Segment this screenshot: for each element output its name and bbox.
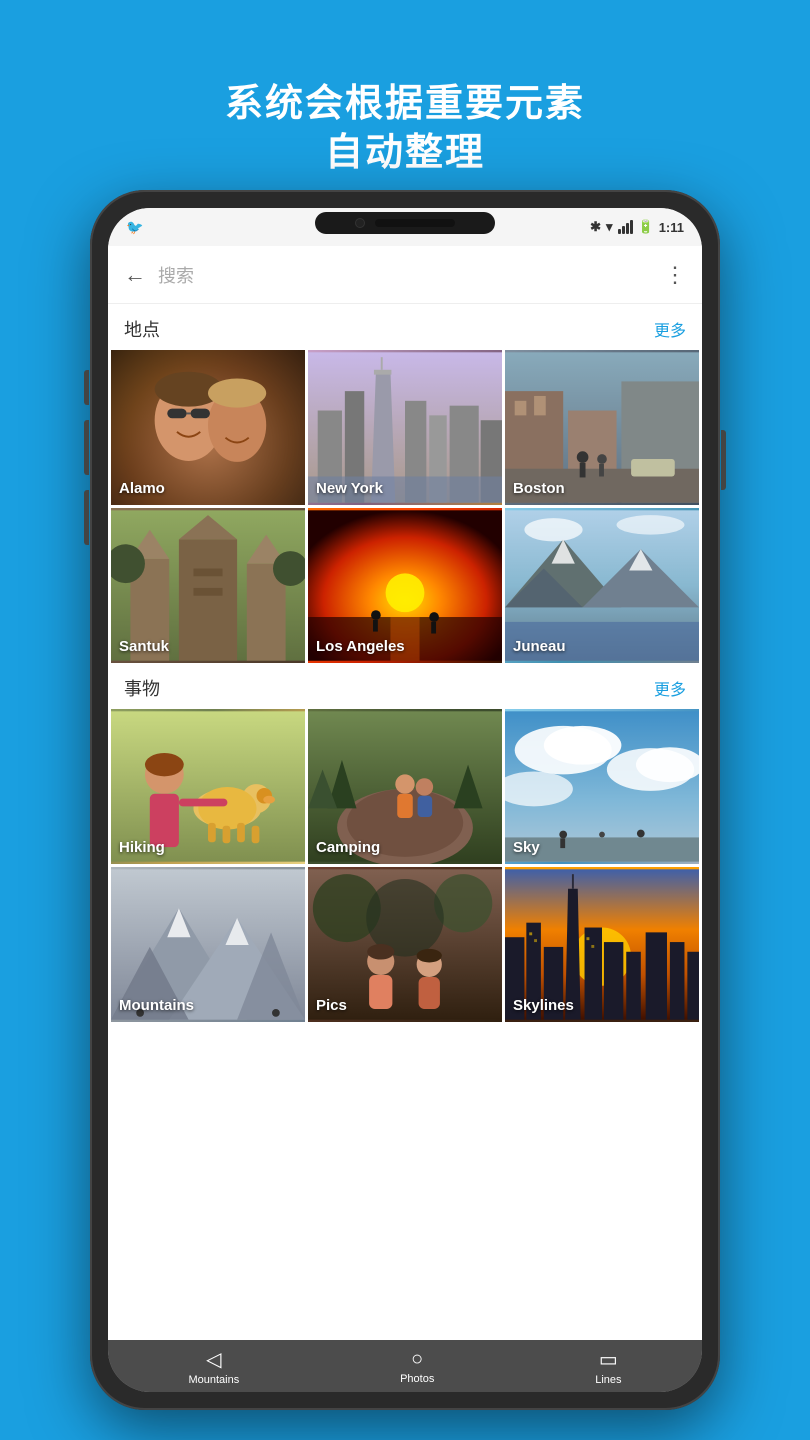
phone-screen: 🐦 ✱ ▾ 🔋 1:11 ← 搜索 (108, 208, 702, 1392)
bottom-navigation: ◁ Mountains ○ Photos ▭ Lines (108, 1340, 702, 1392)
power-button (721, 430, 726, 490)
boston-label: Boston (513, 480, 565, 497)
thing-skylines-cell[interactable]: Skylines (505, 867, 699, 1022)
things-title: 事物 (124, 675, 160, 701)
nav-mountains[interactable]: ◁ Mountains (188, 1347, 239, 1386)
thing-sky-cell[interactable]: Sky (505, 709, 699, 864)
things-more-button[interactable]: 更多 (654, 676, 686, 700)
juneau-label: Juneau (513, 638, 566, 655)
volume-up-button (84, 370, 89, 405)
status-right-icons: ✱ ▾ 🔋 1:11 (590, 219, 684, 235)
bluetooth-icon: ✱ (590, 219, 601, 235)
phone-device: 🐦 ✱ ▾ 🔋 1:11 ← 搜索 (90, 190, 720, 1410)
wifi-icon: ▾ (606, 219, 613, 235)
mountains-nav-icon: ◁ (206, 1347, 221, 1372)
pics-label: Pics (316, 997, 347, 1014)
back-button[interactable]: ← (124, 262, 146, 288)
places-title: 地点 (124, 316, 160, 342)
places-more-button[interactable]: 更多 (654, 317, 686, 341)
place-alamo-cell[interactable]: Alamo (111, 350, 305, 505)
status-left-icons: 🐦 (126, 219, 143, 236)
header-section: 系统会根据重要元素 自动整理 (0, 0, 810, 179)
more-options-button[interactable]: ⋮ (664, 262, 686, 288)
things-photo-grid: Hiking (108, 709, 702, 1022)
thing-hiking-cell[interactable]: Hiking (111, 709, 305, 864)
volume-down-button (84, 420, 89, 475)
notification-icon: 🐦 (126, 219, 143, 236)
places-section-header: 地点 更多 (108, 304, 702, 350)
sky-label: Sky (513, 839, 540, 856)
hiking-label: Hiking (119, 839, 165, 856)
phone-shell: 🐦 ✱ ▾ 🔋 1:11 ← 搜索 (90, 190, 720, 1410)
camping-label: Camping (316, 839, 380, 856)
app-bar: ← 搜索 ⋮ (108, 246, 702, 304)
nav-photos[interactable]: ○ Photos (400, 1348, 434, 1385)
mountains-label: Mountains (119, 997, 194, 1014)
place-juneau-cell[interactable]: Juneau (505, 508, 699, 663)
lines-nav-icon: ▭ (599, 1347, 618, 1372)
place-newyork-cell[interactable]: New York (308, 350, 502, 505)
speaker-grille (375, 219, 455, 227)
santuk-label: Santuk (119, 638, 169, 655)
things-section-header: 事物 更多 (108, 663, 702, 709)
nav-lines[interactable]: ▭ Lines (595, 1347, 621, 1386)
losangeles-label: Los Angeles (316, 638, 405, 655)
place-boston-cell[interactable]: Boston (505, 350, 699, 505)
skylines-label: Skylines (513, 997, 574, 1014)
place-losangeles-cell[interactable]: Los Angeles (308, 508, 502, 663)
mute-button (84, 490, 89, 545)
header-text: 系统会根据重要元素 自动整理 (0, 40, 810, 179)
photos-nav-icon: ○ (411, 1348, 423, 1371)
front-camera (355, 218, 365, 228)
mountains-nav-label: Mountains (188, 1374, 239, 1386)
alamo-label: Alamo (119, 480, 165, 497)
signal-bars (618, 220, 633, 234)
places-photo-grid: Alamo (108, 350, 702, 663)
search-input[interactable]: 搜索 (158, 262, 652, 288)
thing-camping-cell[interactable]: Camping (308, 709, 502, 864)
photos-nav-label: Photos (400, 1373, 434, 1385)
battery-icon: 🔋 (638, 219, 654, 235)
thing-pics-cell[interactable]: Pics (308, 867, 502, 1022)
phone-top-bar (315, 212, 495, 234)
place-santuk-cell[interactable]: Santuk (111, 508, 305, 663)
lines-nav-label: Lines (595, 1374, 621, 1386)
thing-mountains-cell[interactable]: Mountains (111, 867, 305, 1022)
newyork-label: New York (316, 480, 383, 497)
content-area: 地点 更多 (108, 304, 702, 1022)
time-display: 1:11 (659, 220, 684, 235)
